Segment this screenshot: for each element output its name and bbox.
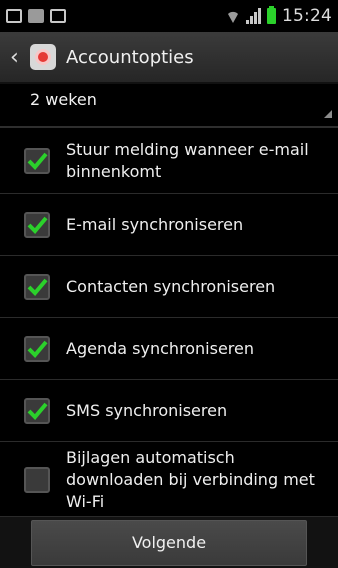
- checkbox-attachments-wifi[interactable]: [24, 467, 50, 493]
- sync-period-dropdown[interactable]: 2 weken: [0, 84, 338, 128]
- status-bar: 15:24: [0, 0, 338, 32]
- option-label: Agenda synchroniseren: [66, 338, 255, 358]
- checkbox-email-sync[interactable]: [24, 211, 50, 238]
- option-email-sync[interactable]: E-mail synchroniseren: [0, 194, 338, 256]
- dropdown-value: 2 weken: [30, 89, 97, 109]
- dropdown-caret-icon: [324, 110, 332, 118]
- settings-list: 2 weken Stuur melding wanneer e-mail bin…: [0, 84, 338, 516]
- option-label: Bijlagen automatisch downloaden bij verb…: [66, 448, 315, 511]
- checkbox-sms-sync[interactable]: [24, 397, 50, 424]
- bottom-bar: Volgende: [0, 516, 338, 568]
- battery-icon: [267, 6, 276, 24]
- checkbox-contacts-sync[interactable]: [24, 273, 50, 300]
- checkbox-agenda-sync[interactable]: [24, 335, 50, 362]
- signal-icon: [246, 8, 261, 24]
- option-label: Stuur melding wanneer e-mail binnenkomt: [66, 139, 309, 181]
- page-title: Accountopties: [66, 46, 194, 68]
- checkbox-notify[interactable]: [24, 147, 50, 174]
- action-bar: ‹ Accountopties: [0, 32, 338, 84]
- option-label: SMS synchroniseren: [66, 400, 228, 420]
- image-icon: [50, 9, 66, 23]
- option-attachments-wifi[interactable]: Bijlagen automatisch downloaden bij verb…: [0, 442, 338, 518]
- wifi-icon: [228, 11, 238, 23]
- option-agenda-sync[interactable]: Agenda synchroniseren: [0, 318, 338, 380]
- option-contacts-sync[interactable]: Contacten synchroniseren: [0, 256, 338, 318]
- option-sms-sync[interactable]: SMS synchroniseren: [0, 380, 338, 442]
- next-button[interactable]: Volgende: [31, 519, 307, 566]
- clock: 15:24: [282, 6, 332, 26]
- usb-icon: [6, 9, 22, 23]
- sd-card-icon: [28, 9, 44, 23]
- email-app-icon[interactable]: [30, 44, 56, 70]
- option-label: Contacten synchroniseren: [66, 276, 276, 296]
- chevron-left-icon[interactable]: ‹: [10, 45, 30, 70]
- option-label: E-mail synchroniseren: [66, 214, 244, 234]
- option-notify[interactable]: Stuur melding wanneer e-mail binnenkomt: [0, 128, 338, 194]
